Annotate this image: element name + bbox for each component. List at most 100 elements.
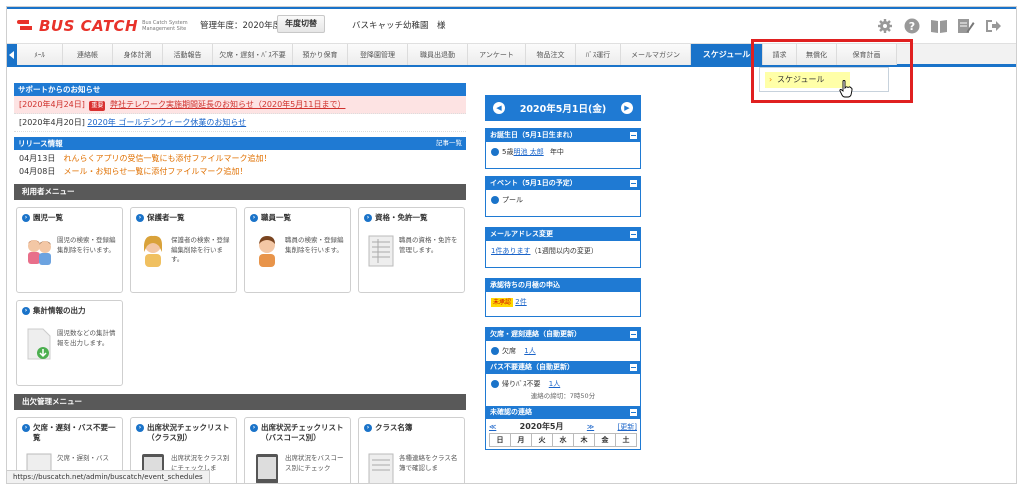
panel-title: 承認待ちの月極の申込: [490, 281, 560, 289]
gear-icon[interactable]: [876, 17, 894, 35]
chevron-right-icon: [491, 347, 499, 355]
pending-count-link[interactable]: 2件: [515, 298, 526, 306]
release-link[interactable]: メール・お知らせ一覧に添付ファイルマーク追加！: [64, 167, 248, 176]
calendar-header: ≪ 2020年5月 ≫ [更新]: [489, 421, 637, 433]
weekday-header: 金: [594, 433, 616, 447]
release-date: 04月08日: [19, 167, 56, 176]
weekday-header: 日: [489, 433, 511, 447]
logo-subtitle: Bus Catch System Management Site: [142, 20, 188, 32]
email-change-link[interactable]: 1件あります: [491, 247, 530, 255]
card-licenses-list[interactable]: › 資格・免許一覧 職員の資格・免許を管理します。: [358, 207, 465, 293]
event-panel: イベント（5月1日の予定） プール: [485, 176, 641, 217]
minimize-icon[interactable]: [630, 409, 637, 416]
nav-item-mail-magazine[interactable]: メールマガジン: [621, 44, 691, 65]
minimize-icon[interactable]: [630, 364, 637, 371]
chevron-right-icon: ›: [22, 424, 30, 432]
svg-text:?: ?: [909, 20, 915, 33]
prev-day-button[interactable]: ◀: [493, 102, 505, 114]
minimize-icon[interactable]: [630, 132, 637, 139]
release-item: 04月08日 メール・お知らせ一覧に添付ファイルマーク追加！: [14, 165, 466, 178]
logo-mark: [17, 18, 37, 34]
card-guardians-list[interactable]: › 保護者一覧 保護者の検索・登録編集削除を行います。: [130, 207, 237, 293]
nav-item-staff-attendance[interactable]: 職員出退勤: [408, 44, 468, 65]
notice-date: [2020年4月24日]: [19, 100, 85, 109]
card-attendance-by-bus[interactable]: › 出席状況チェックリスト（バスコース別） 出席状況をバスコース別にチェック: [244, 417, 351, 483]
book-icon[interactable]: [930, 17, 948, 35]
release-link[interactable]: れんらくアプリの受信一覧にも添付ファイルマーク追加！: [64, 154, 272, 163]
panel-title: メールアドレス変更: [490, 230, 553, 238]
attendance-menu-header: 出欠管理メニュー: [14, 394, 466, 410]
nav-item-body-measure[interactable]: 身体計測: [113, 44, 163, 65]
nav-scroll-left-button[interactable]: [7, 44, 17, 65]
card-export-stats[interactable]: › 集計情報の出力 園児数などの集計情報を出力します。: [16, 300, 123, 386]
nav-item-survey[interactable]: アンケート: [468, 44, 526, 65]
download-document-icon: [27, 328, 51, 360]
chevron-right-icon: ›: [22, 214, 30, 222]
card-class-roster[interactable]: › クラス名簿 各種連絡をクラス名簿で確認しま: [358, 417, 465, 483]
birthday-child-link[interactable]: 明池 太郎: [513, 148, 543, 156]
chevron-left-icon: [9, 50, 14, 59]
user-menu-cards: › 園児一覧 園児の検索・登録編集削除を行います。 › 保護者一覧 保護者の検索・登…: [14, 200, 466, 386]
logo[interactable]: BUS CATCH Bus Catch System Management Si…: [17, 15, 204, 37]
school-name: バスキャッチ幼稚園 様: [352, 21, 446, 31]
card-description: 保護者の検索・登録編集削除を行います。: [171, 236, 230, 263]
year-switch-button[interactable]: 年度切替: [277, 15, 325, 33]
nav-item-absence[interactable]: 欠席・遅刻・ﾊﾞｽ不要: [213, 44, 293, 65]
support-header: サポートからのお知らせ: [14, 83, 466, 96]
release-item: 04月13日 れんらくアプリの受信一覧にも添付ファイルマーク追加！: [14, 152, 466, 165]
card-title: 資格・免許一覧: [375, 213, 428, 222]
minimize-icon[interactable]: [630, 331, 637, 338]
notice-link[interactable]: 2020年 ゴールデンウィーク休業のお知らせ: [87, 118, 246, 127]
card-title: 集計情報の出力: [33, 306, 86, 315]
weekday-header: 木: [573, 433, 595, 447]
minimize-icon[interactable]: [630, 180, 637, 187]
next-day-button[interactable]: ▶: [621, 102, 633, 114]
absence-count-link[interactable]: 1人: [524, 347, 535, 355]
birthday-age: 5歳: [502, 148, 514, 156]
card-title: 出席状況チェックリスト（クラス別）: [147, 423, 230, 442]
nav-item-activity-report[interactable]: 活動報告: [163, 44, 213, 65]
card-description: 職員の検索・登録編集削除を行います。: [285, 236, 344, 254]
nav-item-mail[interactable]: ﾒｰﾙ: [17, 44, 63, 65]
user-menu-header: 利用者メニュー: [14, 184, 466, 200]
card-description: 各種連絡をクラス名簿で確認しま: [399, 454, 458, 472]
header-icons: ?: [876, 17, 1002, 35]
card-children-list[interactable]: › 園児一覧 園児の検索・登録編集削除を行います。: [16, 207, 123, 293]
calendar-next-link[interactable]: ≫: [587, 421, 594, 433]
bus-unneeded-count-link[interactable]: 1人: [549, 380, 560, 388]
document-list-icon: [368, 235, 394, 267]
minimize-icon[interactable]: [630, 231, 637, 238]
calendar-month: 2020年5月: [519, 422, 564, 431]
nav-item-contact-book[interactable]: 連絡帳: [63, 44, 113, 65]
card-description: 園児数などの集計情報を出力します。: [57, 329, 116, 347]
side-column: ◀ 2020年5月1日(金) ▶ お誕生日（5月1日生まれ） 5歳明池 太郎 年…: [485, 95, 641, 450]
staff-icon: [259, 236, 275, 267]
notice-link[interactable]: 弊社テレワーク実施期間延長のお知らせ（2020年5月11日まで）: [110, 100, 345, 109]
release-more-link[interactable]: 記事一覧: [436, 137, 462, 150]
chevron-right-icon: ›: [250, 214, 258, 222]
absence-panel: 欠席・遅刻連絡（自動更新） 欠席 1人 バス不要連絡（自動更新） 帰りﾊﾞｽ不要…: [485, 327, 641, 450]
card-title: 出席状況チェックリスト（バスコース別）: [261, 423, 344, 442]
card-title: クラス名簿: [375, 423, 413, 432]
pending-approval-panel: 承認待ちの月極の申込 未承認 2件: [485, 278, 641, 317]
nav-item-bus-operation[interactable]: ﾊﾞｽ運行: [576, 44, 621, 65]
card-staff-list[interactable]: › 職員一覧 職員の検索・登録編集削除を行います。: [244, 207, 351, 293]
important-badge: 重要: [89, 101, 106, 111]
logout-icon[interactable]: [984, 17, 1002, 35]
notice-date: [2020年4月20日]: [19, 118, 85, 127]
edit-document-icon[interactable]: [957, 17, 975, 35]
calendar-prev-link[interactable]: ≪: [489, 421, 496, 433]
chevron-right-icon: ›: [136, 214, 144, 222]
nav-item-attendance[interactable]: 登降園管理: [348, 44, 408, 65]
app-window: BUS CATCH Bus Catch System Management Si…: [6, 6, 1017, 484]
help-icon[interactable]: ?: [903, 17, 921, 35]
nav-item-order[interactable]: 物品注文: [526, 44, 576, 65]
status-bar-url: https://buscatch.net/admin/buscatch/even…: [7, 470, 210, 483]
nav-item-extended-care[interactable]: 預かり保育: [293, 44, 348, 65]
panel-title: お誕生日（5月1日生まれ）: [490, 131, 577, 139]
panel-title: バス不要連絡（自動更新）: [490, 363, 574, 371]
chevron-right-icon: [491, 196, 499, 204]
calendar-refresh-link[interactable]: [更新]: [618, 421, 637, 433]
chevron-right-icon: [491, 148, 499, 156]
left-column: サポートからのお知らせ [2020年4月24日] 重要 弊社テレワーク実施期間延…: [14, 83, 466, 483]
